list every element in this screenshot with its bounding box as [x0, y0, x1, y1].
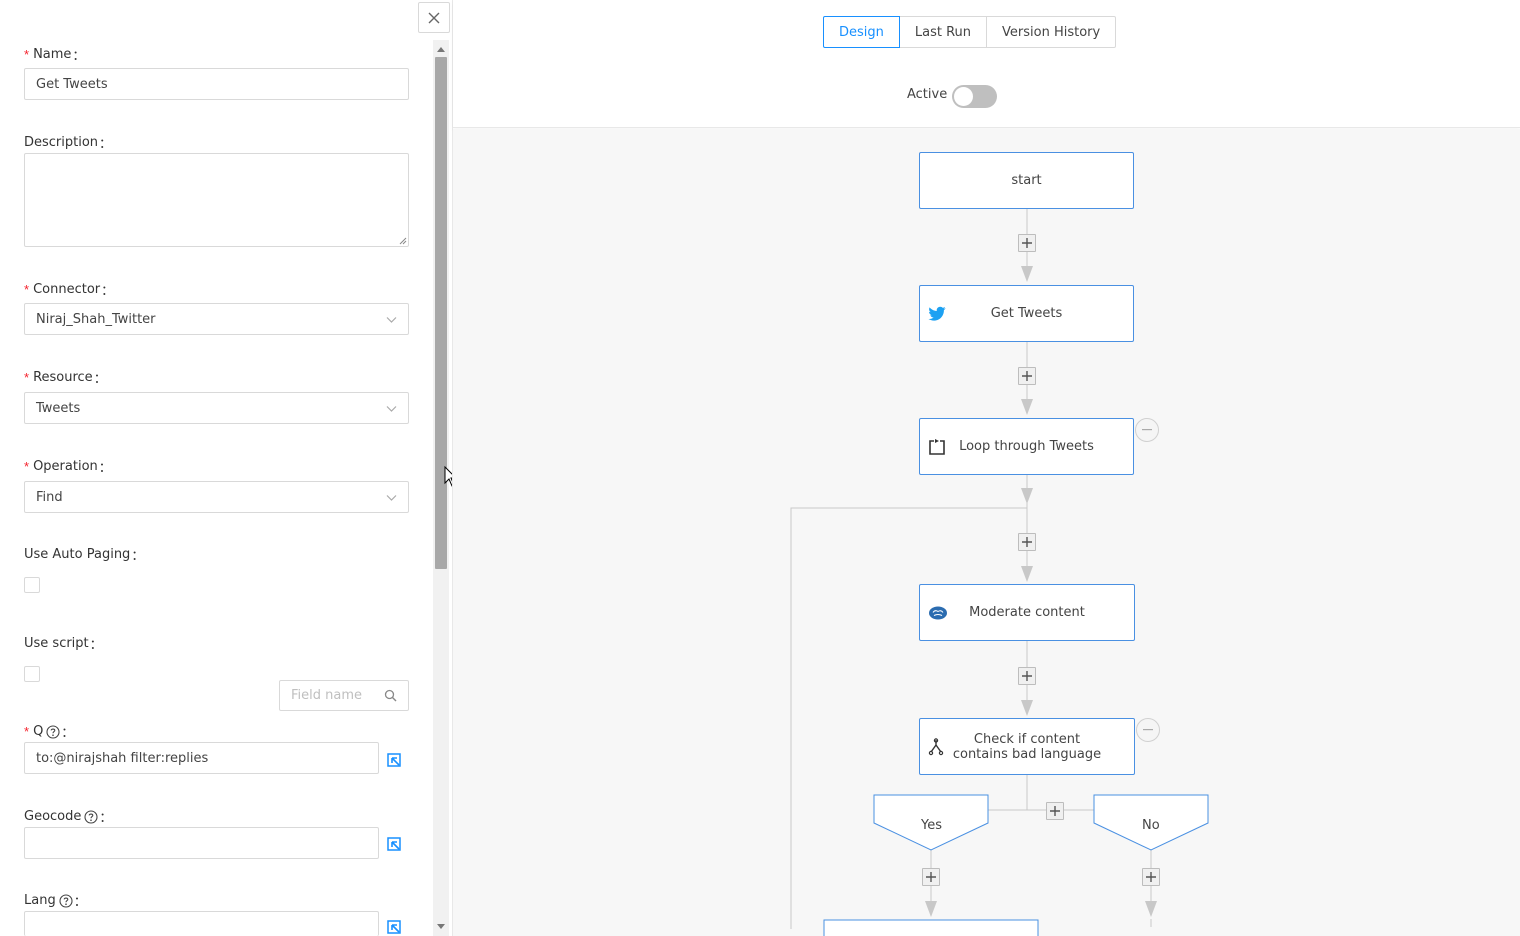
plus-icon	[1146, 872, 1156, 882]
add-step-button[interactable]	[1018, 367, 1036, 385]
node-title: Moderate content	[969, 605, 1085, 620]
plus-icon	[1022, 371, 1032, 381]
panel-scrollbar[interactable]	[433, 40, 449, 936]
q-input-value: to:@nirajshah filter:replies	[36, 750, 209, 766]
field-mapper-icon[interactable]	[385, 835, 403, 853]
resource-select[interactable]: Tweets	[24, 392, 409, 424]
toggle-knob	[954, 87, 973, 106]
resource-value: Tweets	[36, 400, 81, 416]
add-step-yes-button[interactable]	[922, 868, 940, 886]
yes-branch-label[interactable]: Yes	[921, 818, 942, 833]
help-icon[interactable]	[59, 893, 73, 908]
add-step-button[interactable]	[1018, 234, 1036, 252]
chevron-down-icon	[386, 406, 397, 412]
brain-ai-icon	[929, 606, 947, 619]
minus-icon	[1142, 429, 1152, 431]
flow-node-start[interactable]: start	[919, 152, 1134, 209]
plus-icon	[1022, 537, 1032, 547]
active-toggle[interactable]	[952, 85, 997, 108]
chevron-down-icon	[386, 317, 397, 323]
add-step-no-button[interactable]	[1142, 868, 1160, 886]
app-root: * Name： Get Tweets Description： * Connecto…	[0, 0, 1520, 936]
field-search-input[interactable]: Field name	[279, 680, 409, 711]
tab-design[interactable]: Design	[823, 16, 900, 48]
loop-icon	[929, 438, 945, 455]
triangle-up-icon	[437, 47, 445, 52]
active-label: Active	[907, 87, 948, 102]
name-label: * Name：	[24, 47, 86, 64]
view-tabs: Design Last Run Version History	[823, 16, 1117, 48]
operation-value: Find	[36, 489, 63, 505]
branch-icon	[928, 737, 944, 755]
next-node-edge	[823, 919, 1039, 936]
node-title-line-1: Check if content	[973, 731, 1081, 747]
lang-input[interactable]	[24, 911, 379, 936]
add-branch-button[interactable]	[1046, 802, 1064, 820]
resource-label: * Resource：	[24, 370, 107, 387]
name-input[interactable]: Get Tweets	[24, 68, 409, 100]
scrollbar-thumb[interactable]	[435, 57, 447, 569]
add-step-button[interactable]	[1018, 667, 1036, 685]
node-title: start	[1011, 173, 1042, 188]
node-title: Get Tweets	[990, 306, 1063, 321]
plus-icon	[926, 872, 936, 882]
help-icon[interactable]	[84, 809, 98, 824]
field-mapper-icon[interactable]	[385, 751, 403, 769]
plus-icon	[1050, 806, 1060, 816]
geocode-input[interactable]	[24, 827, 379, 859]
description-textarea[interactable]	[24, 153, 409, 247]
tab-last-run[interactable]: Last Run	[898, 16, 988, 48]
geocode-label: Geocode ：	[24, 809, 113, 826]
add-step-button[interactable]	[1018, 533, 1036, 551]
connector-value: Niraj_Shah_Twitter	[36, 311, 156, 327]
connector-label: * Connector：	[24, 282, 115, 299]
collapse-loop-button[interactable]	[1135, 418, 1159, 442]
flow-node-moderate[interactable]: Moderate content	[919, 584, 1135, 641]
chevron-down-icon	[386, 495, 397, 501]
tab-version-history[interactable]: Version History	[986, 16, 1117, 48]
auto-paging-checkbox[interactable]	[24, 577, 40, 593]
name-input-value: Get Tweets	[36, 76, 108, 92]
no-branch-label[interactable]: No	[1142, 818, 1160, 833]
description-label: Description：	[24, 135, 113, 152]
operation-label: * Operation：	[24, 459, 112, 476]
connector-select[interactable]: Niraj_Shah_Twitter	[24, 303, 409, 335]
operation-select[interactable]: Find	[24, 481, 409, 513]
lang-label: Lang ：	[24, 893, 87, 910]
use-script-label: Use script：	[24, 636, 103, 653]
node-title-line-2: contains bad language	[952, 746, 1102, 762]
field-mapper-icon[interactable]	[385, 918, 403, 936]
search-icon	[384, 689, 397, 702]
triangle-down-icon	[437, 924, 445, 929]
q-input[interactable]: to:@nirajshah filter:replies	[24, 742, 379, 774]
use-script-checkbox[interactable]	[24, 666, 40, 682]
help-icon[interactable]	[46, 724, 60, 739]
twitter-icon	[928, 306, 946, 321]
flow-node-get-tweets[interactable]: Get Tweets	[919, 285, 1134, 342]
node-title: Loop through Tweets	[959, 439, 1094, 454]
flow-connectors	[790, 209, 1209, 936]
auto-paging-label: Use Auto Paging：	[24, 547, 145, 564]
q-label: * Q ：	[24, 724, 75, 741]
flow-node-loop[interactable]: Loop through Tweets	[919, 418, 1134, 475]
scroll-down-button[interactable]	[433, 920, 449, 934]
minus-icon	[1143, 729, 1153, 731]
plus-icon	[1022, 671, 1032, 681]
field-search-placeholder: Field name	[291, 688, 363, 703]
flow-canvas[interactable]: start Get Tweets Loop through Tweets Mod…	[453, 129, 1520, 936]
close-panel-button[interactable]	[418, 2, 450, 33]
properties-panel: * Name： Get Tweets Description： * Connecto…	[0, 0, 458, 936]
resize-grip-icon[interactable]	[399, 237, 407, 245]
collapse-condition-button[interactable]	[1136, 718, 1160, 742]
scroll-up-button[interactable]	[433, 42, 449, 56]
close-icon	[428, 12, 440, 23]
flow-node-check-content[interactable]: Check if content contains bad language	[919, 718, 1135, 775]
plus-icon	[1022, 238, 1032, 248]
